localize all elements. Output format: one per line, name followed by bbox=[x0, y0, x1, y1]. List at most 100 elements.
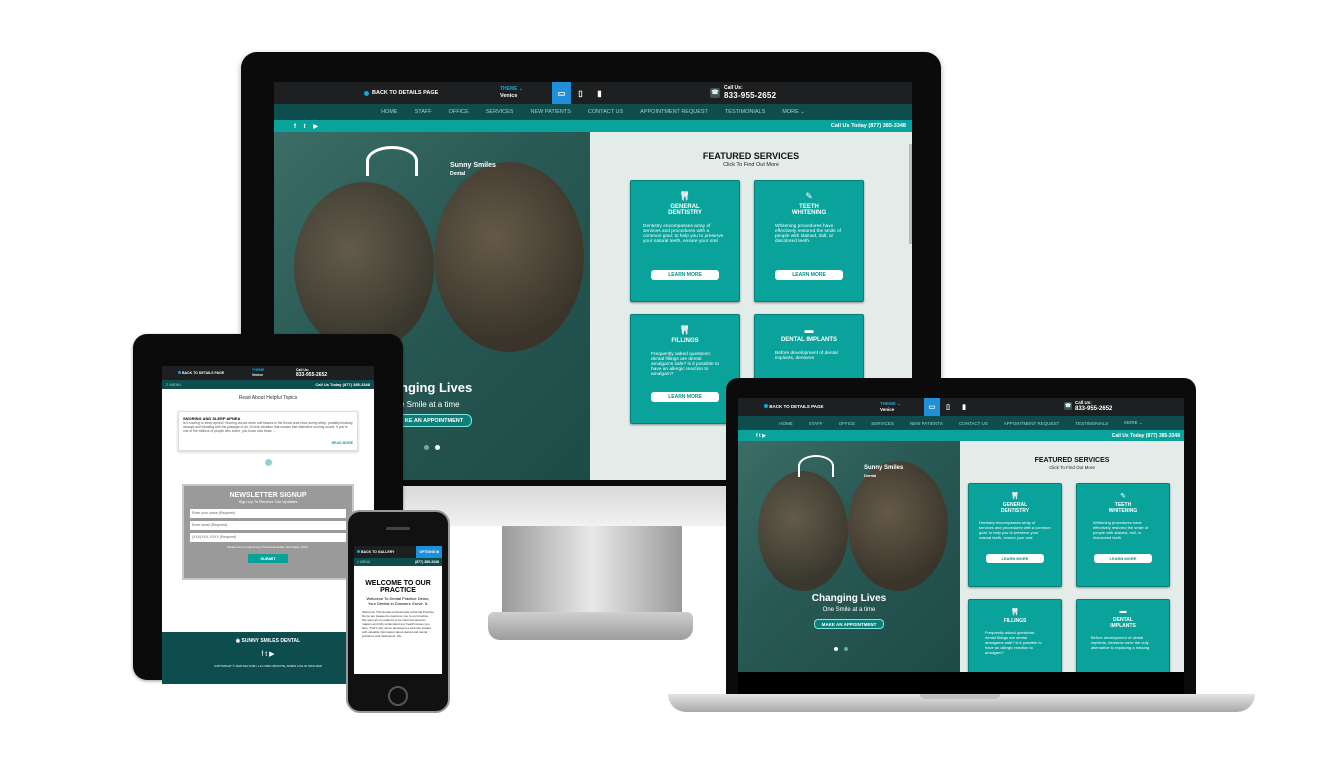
tablet-view-icon[interactable]: ▯ bbox=[571, 82, 590, 104]
service-card-dental-implants[interactable]: ▬ DENTAL IMPLANTS Before development of … bbox=[1076, 599, 1170, 672]
tooth-icon: 🦷 bbox=[679, 325, 691, 335]
appointment-button[interactable]: KE AN APPOINTMENT bbox=[396, 414, 472, 427]
logo-icon bbox=[798, 455, 834, 477]
service-card-fillings[interactable]: 🦷 FILLINGS Frequently asked questions: d… bbox=[630, 314, 740, 424]
read-more-link[interactable]: READ MORE bbox=[183, 441, 353, 445]
social-icons[interactable]: f t ▶ bbox=[756, 433, 766, 439]
service-card-fillings[interactable]: 🦷 FILLINGS Frequently asked questions: d… bbox=[968, 599, 1062, 672]
service-card-teeth-whitening[interactable]: ✎ TEETH WHITENING Whitening procedures h… bbox=[754, 180, 864, 302]
implant-icon: ▬ bbox=[804, 325, 814, 335]
nav-office[interactable]: OFFICE bbox=[839, 421, 856, 426]
nav-new-patients[interactable]: NEW PATIENTS bbox=[910, 421, 943, 426]
nav-contact-us[interactable]: CONTACT US bbox=[959, 421, 988, 426]
back-to-details-link[interactable]: BACK TO DETAILS PAGE bbox=[764, 404, 824, 409]
tooth-icon: 🦷 bbox=[679, 191, 691, 201]
newsletter-title: NEWSLETTER SIGNUP bbox=[229, 492, 307, 499]
learn-more-button[interactable]: LEARN MORE bbox=[1094, 554, 1152, 563]
theme-value: Venice bbox=[252, 373, 264, 377]
tablet-view-icon[interactable]: ▯ bbox=[940, 398, 956, 416]
slider-dots[interactable] bbox=[424, 445, 440, 450]
nav-home[interactable]: HOME bbox=[779, 421, 793, 426]
phone-screen: BACK TO GALLERY OPTIONS ⊗ ≡ MENU (877) 3… bbox=[354, 546, 442, 674]
laptop-featured-services: FEATURED SERVICES Click To Find Out More… bbox=[960, 441, 1184, 672]
services-heading: FEATURED SERVICES bbox=[702, 151, 800, 161]
phone-menu-bar: ≡ MENU (877) 385-3348 bbox=[354, 558, 442, 566]
menu-toggle[interactable]: ≡ MENU bbox=[166, 382, 181, 387]
learn-more-button[interactable]: LEARN MORE bbox=[775, 270, 843, 280]
responsive-devices-mockup: BACK TO DETAILS PAGE THEME ⌄ Venice ▭ ▯ ▮… bbox=[0, 0, 1317, 773]
card-title: FILLINGS bbox=[1003, 618, 1027, 624]
laptop-hero-slider: Sunny Smiles Dental Changing Lives One S… bbox=[738, 441, 960, 672]
card-title: TEETH WHITENING bbox=[1108, 502, 1138, 514]
back-label: BACK TO DETAILS PAGE bbox=[372, 90, 439, 96]
slider-dot-active[interactable] bbox=[435, 445, 440, 450]
nav-testimonials[interactable]: TESTIMONIALS bbox=[725, 109, 765, 115]
nav-appointment-request[interactable]: APPOINTMENT REQUEST bbox=[1004, 421, 1059, 426]
slider-dot[interactable] bbox=[264, 459, 272, 466]
options-button[interactable]: OPTIONS ⊗ bbox=[416, 546, 442, 558]
desktop-view-icon[interactable]: ▭ bbox=[552, 82, 571, 104]
tooth-icon: ◉ bbox=[235, 638, 241, 644]
phone-placeholder: (XXX)XXX-XXXX (Required) bbox=[192, 535, 237, 539]
nav-new-patients[interactable]: NEW PATIENTS bbox=[530, 109, 570, 115]
nav-staff[interactable]: STAFF bbox=[415, 109, 432, 115]
hero-photo-man bbox=[848, 461, 948, 591]
service-card-general-dentistry[interactable]: 🦷 GENERAL DENTISTRY Dentistry encompasse… bbox=[630, 180, 740, 302]
nav-services[interactable]: SERVICES bbox=[486, 109, 514, 115]
theme-value: Venice bbox=[880, 407, 895, 412]
device-switcher: ▭ ▯ ▮ bbox=[552, 82, 609, 104]
menu-toggle[interactable]: ≡ MENU bbox=[357, 560, 370, 564]
nav-more[interactable]: MORE ⌄ bbox=[782, 109, 805, 115]
card-title: GENERAL DENTISTRY bbox=[668, 204, 702, 216]
call-number: 833-955-2652 bbox=[1075, 406, 1113, 412]
tablet-back-link[interactable]: BACK TO DETAILS PAGE bbox=[178, 371, 224, 375]
service-card-general-dentistry[interactable]: 🦷 GENERAL DENTISTRY Dentistry encompasse… bbox=[968, 483, 1062, 587]
tablet-theme-selector[interactable]: THEME Venice bbox=[252, 368, 264, 378]
service-card-teeth-whitening[interactable]: ✎ TEETH WHITENING Whitening procedures h… bbox=[1076, 483, 1170, 587]
tablet-screen: BACK TO DETAILS PAGE THEME Venice Call Us… bbox=[162, 366, 374, 684]
close-icon: ⊗ bbox=[436, 550, 439, 554]
social-icons[interactable]: f t ▶ bbox=[294, 123, 321, 130]
hero-subtitle: e Smile at a time bbox=[400, 400, 460, 409]
nav-contact-us[interactable]: CONTACT US bbox=[588, 109, 623, 115]
slider-dot[interactable] bbox=[844, 647, 848, 651]
phone-view-icon[interactable]: ▮ bbox=[590, 82, 609, 104]
appointment-button[interactable]: MAKE AN APPOINTMENT bbox=[814, 619, 884, 629]
theme-selector[interactable]: THEME ⌄ Venice bbox=[880, 401, 901, 413]
nav-more[interactable]: MORE ⌄ bbox=[1124, 420, 1143, 426]
nav-services[interactable]: SERVICES bbox=[871, 421, 894, 426]
phone-input[interactable]: (XXX)XXX-XXXX (Required) bbox=[190, 533, 346, 542]
learn-more-button[interactable]: LEARN MORE bbox=[651, 392, 719, 402]
nav-more-label: MORE bbox=[782, 109, 799, 115]
phone-icon: ☎ bbox=[710, 87, 720, 98]
card-desc: Frequently asked questions: dental filli… bbox=[985, 630, 1042, 655]
learn-more-button[interactable]: LEARN MORE bbox=[986, 554, 1044, 563]
desktop-view-icon[interactable]: ▭ bbox=[924, 398, 940, 416]
nav-office[interactable]: OFFICE bbox=[449, 109, 469, 115]
nav-testimonials[interactable]: TESTIMONIALS bbox=[1075, 421, 1108, 426]
nav-staff[interactable]: STAFF bbox=[809, 421, 823, 426]
back-icon bbox=[764, 404, 768, 408]
theme-label: THEME bbox=[880, 401, 896, 406]
theme-label: THEME bbox=[500, 86, 518, 92]
slider-dot-active[interactable] bbox=[834, 647, 838, 651]
phone-view-icon[interactable]: ▮ bbox=[956, 398, 972, 416]
back-to-details-link[interactable]: BACK TO DETAILS PAGE bbox=[364, 90, 438, 96]
learn-more-button[interactable]: LEARN MORE bbox=[651, 270, 719, 280]
laptop-hero-row: Sunny Smiles Dental Changing Lives One S… bbox=[738, 441, 1184, 672]
back-label: BACK TO DETAILS PAGE bbox=[181, 371, 225, 375]
scrollbar[interactable] bbox=[909, 144, 912, 244]
name-input[interactable]: Enter your name (Required) bbox=[190, 509, 346, 518]
slider-dots[interactable] bbox=[834, 647, 848, 651]
nav-appointment-request[interactable]: APPOINTMENT REQUEST bbox=[640, 109, 708, 115]
slider-dot[interactable] bbox=[424, 445, 429, 450]
theme-selector[interactable]: THEME ⌄ Venice bbox=[500, 86, 523, 100]
back-to-gallery-link[interactable]: BACK TO GALLERY bbox=[354, 550, 394, 554]
theme-label: THEME bbox=[252, 368, 265, 372]
brush-icon: ✎ bbox=[805, 191, 813, 201]
nav-home[interactable]: HOME bbox=[381, 109, 398, 115]
laptop-top-bar: BACK TO DETAILS PAGE THEME ⌄ Venice ▭ ▯ ▮… bbox=[738, 398, 1184, 416]
email-input[interactable]: Enter email (Required) bbox=[190, 521, 346, 530]
footer-social-icons[interactable]: f t ▶ bbox=[162, 650, 374, 658]
submit-button[interactable]: SUBMIT bbox=[248, 554, 288, 563]
